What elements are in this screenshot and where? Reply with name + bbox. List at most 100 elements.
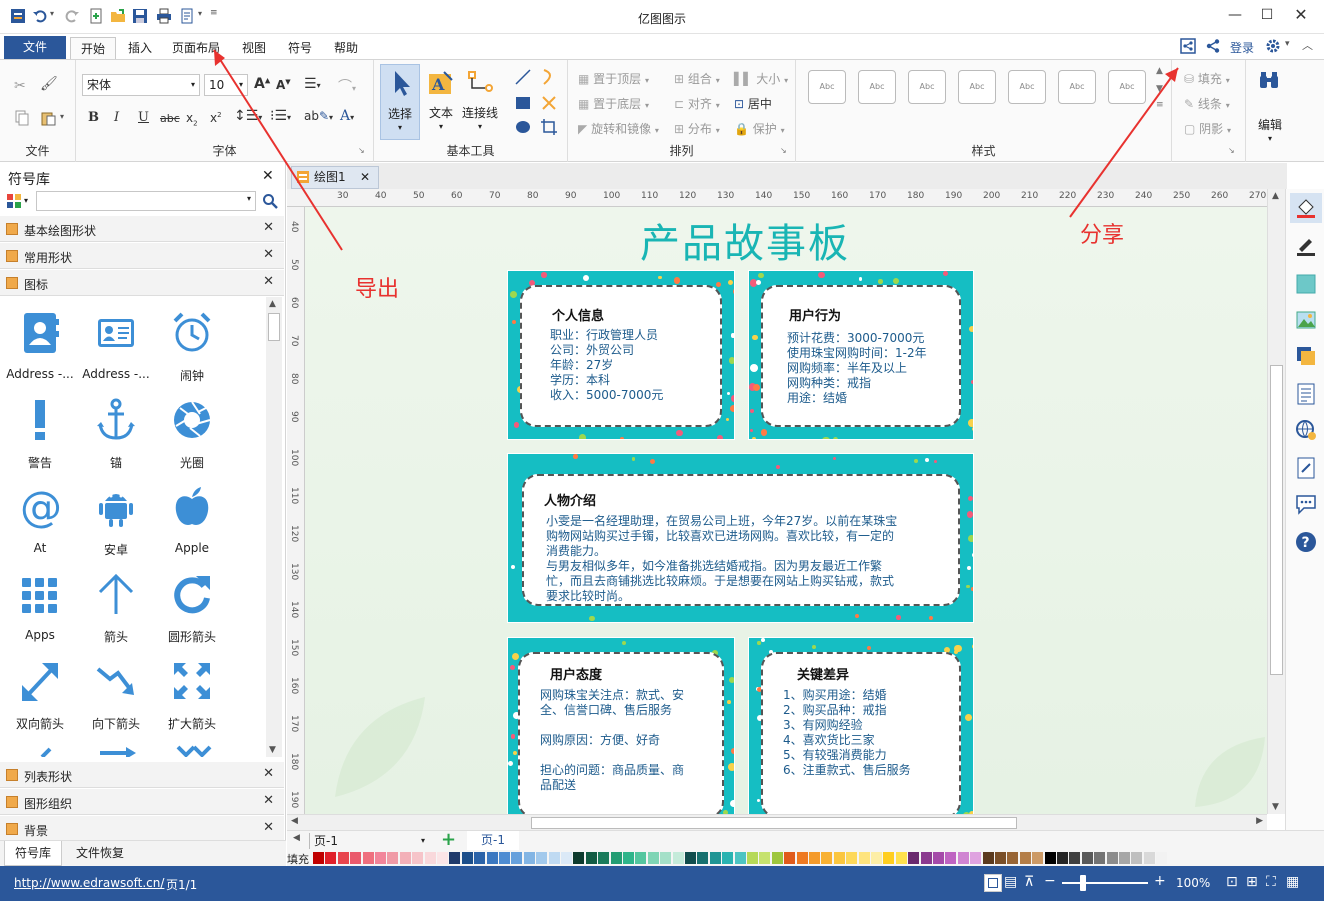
symbol-address-book-1[interactable]: Address -...	[2, 305, 78, 385]
crop-icon[interactable]	[540, 118, 558, 136]
share-icon[interactable]	[1205, 38, 1221, 54]
color-swatch[interactable]	[474, 852, 486, 864]
color-swatch[interactable]	[796, 852, 808, 864]
color-swatch[interactable]	[561, 852, 572, 864]
section-close-icon[interactable]: ✕	[263, 274, 274, 289]
send-back-button[interactable]: ▦ 置于底层 ▾	[578, 95, 649, 112]
color-swatch[interactable]	[784, 852, 796, 864]
section-close-icon[interactable]: ✕	[263, 220, 274, 235]
color-swatch[interactable]	[821, 852, 833, 864]
style-preset-2[interactable]: Abc	[858, 70, 896, 104]
color-swatch[interactable]	[523, 852, 535, 864]
tab-view[interactable]: 视图	[232, 37, 276, 59]
symbol-expand-arrow[interactable]: 扩大箭头	[154, 653, 230, 733]
protect-button[interactable]: 🔒 保护 ▾	[734, 120, 785, 137]
color-swatch[interactable]	[337, 852, 349, 864]
style-preset-1[interactable]: Abc	[808, 70, 846, 104]
bold-icon[interactable]: B	[88, 110, 99, 125]
add-page-icon[interactable]: +	[441, 829, 456, 850]
symbol-android[interactable]: 安卓	[78, 479, 154, 559]
symbol-address-card-2[interactable]: Address -...	[78, 305, 154, 385]
color-swatch[interactable]	[536, 852, 548, 864]
fill-button[interactable]: ⛁ 填充 ▾	[1184, 70, 1230, 87]
color-swatch[interactable]	[437, 852, 448, 864]
full-screen-icon[interactable]: ⛶	[1266, 874, 1276, 890]
color-swatch[interactable]	[895, 852, 907, 864]
symbol-apple[interactable]: Apple	[154, 479, 230, 559]
symbol-arrow[interactable]: 箭头	[78, 566, 154, 646]
color-swatch[interactable]	[585, 852, 597, 864]
color-swatch[interactable]	[1106, 852, 1118, 864]
color-swatch[interactable]	[623, 852, 634, 864]
card-key-differences[interactable]: 关键差异 1、购买用途：结婚 2、购买品种：戒指 3、有网购经验 4、喜欢货比三…	[748, 637, 974, 814]
style-preset-6[interactable]: Abc	[1058, 70, 1096, 104]
color-swatch[interactable]	[747, 852, 758, 864]
color-swatch[interactable]	[1119, 852, 1130, 864]
card-user-behavior[interactable]: 用户行为 预计花费：3000-7000元 使用珠宝网购时间：1-2年 网购频率：…	[748, 270, 974, 440]
page-tab[interactable]: 页-1	[467, 831, 519, 850]
share-window-icon[interactable]	[1180, 38, 1196, 54]
color-swatch[interactable]	[1094, 852, 1106, 864]
search-icon[interactable]	[262, 193, 278, 209]
color-swatch[interactable]	[945, 852, 957, 864]
color-swatch[interactable]	[982, 852, 994, 864]
style-preset-3[interactable]: Abc	[908, 70, 946, 104]
strikethrough-icon[interactable]: abc	[160, 112, 180, 125]
bring-front-button[interactable]: ▦ 置于顶层 ▾	[578, 70, 649, 87]
color-swatch[interactable]	[685, 852, 696, 864]
color-swatch[interactable]	[635, 852, 647, 864]
section-close-icon[interactable]: ✕	[263, 793, 274, 808]
symbol-down-arrow[interactable]: 向下箭头	[78, 653, 154, 733]
library-menu-icon[interactable]	[6, 193, 22, 209]
style-scroll-down-icon[interactable]: ▼	[1156, 84, 1163, 94]
style-preset-5[interactable]: Abc	[1008, 70, 1046, 104]
curve-shape-icon[interactable]	[540, 68, 558, 86]
symbol-aperture[interactable]: 光圈	[154, 392, 230, 472]
document-tab-close-icon[interactable]: ✕	[360, 167, 370, 188]
library-section-background[interactable]: 背景 ✕	[0, 816, 284, 842]
color-swatch[interactable]	[1081, 852, 1093, 864]
presentation-icon[interactable]: ⊼	[1024, 874, 1034, 890]
color-swatch[interactable]	[1156, 852, 1168, 864]
color-swatch[interactable]	[399, 852, 411, 864]
highlight-icon[interactable]: ab✎▾	[304, 109, 333, 123]
color-swatch[interactable]	[461, 852, 473, 864]
color-swatch[interactable]	[1044, 852, 1056, 864]
color-swatch[interactable]	[920, 852, 932, 864]
zoom-level[interactable]: 100%	[1176, 876, 1210, 890]
color-swatch[interactable]	[970, 852, 982, 864]
symbol-at[interactable]: @ At	[2, 479, 78, 559]
tab-insert[interactable]: 插入	[118, 37, 162, 59]
color-swatch[interactable]	[511, 852, 523, 864]
line-style-icon[interactable]	[1295, 235, 1317, 257]
symbol-circular-arrow[interactable]: 圆形箭头	[154, 566, 230, 646]
hyperlink-globe-icon[interactable]	[1295, 419, 1317, 441]
shadow-button[interactable]: ▢ 阴影 ▾	[1184, 120, 1231, 137]
copy-icon[interactable]	[14, 110, 30, 126]
color-swatch[interactable]	[809, 852, 820, 864]
help-icon[interactable]: ?	[1295, 531, 1317, 553]
paragraph-align-icon[interactable]: ☰▾	[304, 76, 321, 92]
tab-symbol-library[interactable]: 符号库	[4, 841, 62, 866]
tab-symbols[interactable]: 符号	[278, 37, 322, 59]
color-swatch[interactable]	[486, 852, 498, 864]
symbol-warning[interactable]: 警告	[2, 392, 78, 472]
color-swatch[interactable]	[1057, 852, 1068, 864]
collapse-ribbon-icon[interactable]: ︿	[1302, 37, 1313, 53]
page-nav-icon[interactable]: ◀	[293, 833, 300, 843]
library-section-org-chart[interactable]: 图形组织 ✕	[0, 789, 284, 815]
color-swatch[interactable]	[858, 852, 870, 864]
section-close-icon[interactable]: ✕	[263, 820, 274, 835]
library-close-icon[interactable]: ✕	[262, 168, 274, 184]
color-swatch[interactable]	[759, 852, 771, 864]
color-swatch[interactable]	[871, 852, 882, 864]
style-scroll-up-icon[interactable]: ▲	[1156, 66, 1163, 76]
image-panel-icon[interactable]	[1295, 309, 1317, 331]
italic-icon[interactable]: I	[114, 110, 119, 125]
connector-tool-button[interactable]: 连接线 ▾	[460, 64, 500, 140]
color-swatch[interactable]	[709, 852, 721, 864]
ellipse-shape-icon[interactable]	[514, 118, 532, 136]
fill-panel-button[interactable]	[1290, 193, 1322, 223]
drawing-canvas[interactable]: 产品故事板 个人信息 职业：行政管理人员 公司：外贸公司 年龄：27岁 学历：本…	[305, 207, 1267, 814]
color-swatch[interactable]	[362, 852, 374, 864]
